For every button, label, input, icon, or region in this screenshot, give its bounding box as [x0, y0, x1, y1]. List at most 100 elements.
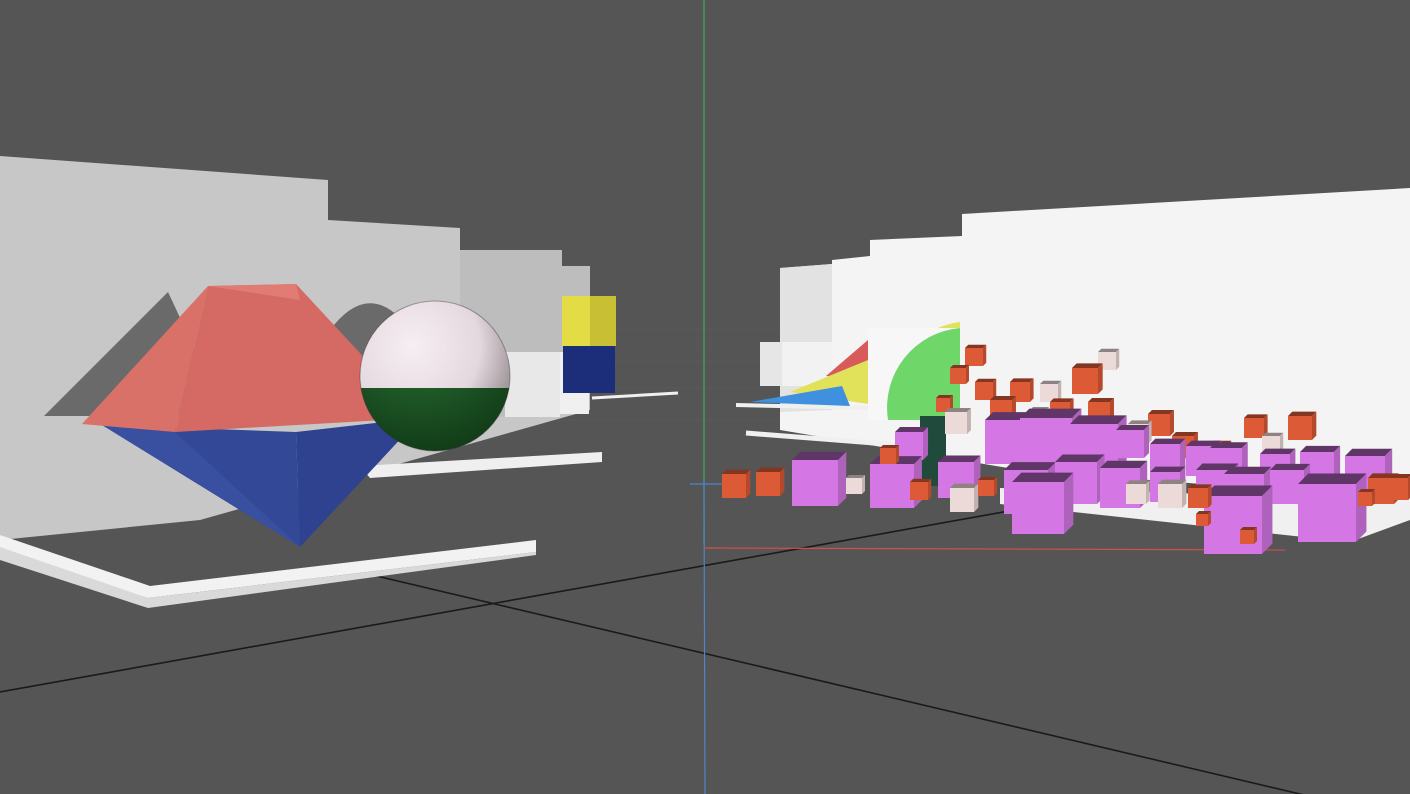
cube-front-face [1012, 482, 1064, 534]
cube-top-face [792, 451, 847, 460]
cube-top-face [756, 467, 785, 472]
cube-top-face [1116, 424, 1150, 430]
cube-top-face [1240, 527, 1257, 530]
cube-side-face [923, 426, 929, 460]
cube-side-face [1098, 363, 1103, 394]
cube[interactable] [792, 451, 847, 506]
cube-top-face [722, 469, 751, 474]
cube-front-face [1386, 478, 1408, 500]
cube-top-face [1210, 442, 1248, 448]
cube[interactable] [1188, 484, 1212, 508]
cube-front-face [1158, 484, 1182, 508]
cube-top-face [1100, 460, 1148, 468]
cube[interactable] [945, 408, 971, 434]
cube-side-face [896, 445, 899, 464]
cube[interactable] [1358, 489, 1375, 506]
cube-top-face [1055, 454, 1105, 462]
cube-top-face [1188, 484, 1212, 488]
cube-front-face [950, 368, 966, 384]
cube-side-face [1146, 480, 1150, 504]
cube-top-face [1262, 432, 1284, 436]
cube-side-face [983, 344, 987, 366]
cube-side-face [1356, 473, 1367, 542]
cube-top-face [978, 477, 997, 480]
cube-front-face [895, 432, 923, 460]
cube[interactable] [1240, 527, 1257, 544]
cube-side-face [862, 475, 865, 494]
cube-top-face [950, 365, 969, 368]
right-back-block [760, 342, 782, 386]
scene-canvas[interactable] [0, 0, 1410, 794]
cube-top-face [965, 344, 987, 348]
cube[interactable] [1298, 473, 1367, 542]
cube-top-face [1072, 363, 1103, 368]
cube[interactable] [1072, 363, 1103, 394]
blue-block [563, 346, 615, 393]
cube-side-face [1208, 484, 1212, 508]
cube[interactable] [950, 365, 969, 384]
cube[interactable] [975, 378, 997, 400]
back-white-block-2 [505, 352, 560, 417]
cube[interactable] [910, 478, 932, 500]
cube[interactable] [1012, 472, 1074, 534]
cube-side-face [1262, 485, 1273, 554]
cube[interactable] [846, 475, 865, 494]
cube-top-face [895, 426, 929, 432]
cube-front-face [978, 480, 994, 496]
cube[interactable] [1288, 411, 1317, 440]
cube-front-face [792, 460, 838, 506]
cube-front-face [1126, 484, 1146, 504]
cube-front-face [880, 448, 896, 464]
cube-top-face [1148, 410, 1174, 414]
cube-top-face [1298, 473, 1367, 484]
cube-top-face [1070, 415, 1127, 424]
cube[interactable] [1116, 424, 1150, 458]
cube-top-face [945, 408, 971, 412]
cube-front-face [1240, 530, 1254, 544]
cube[interactable] [756, 467, 785, 496]
cube-top-face [990, 396, 1016, 400]
cube-top-face [1288, 411, 1317, 416]
cube[interactable] [1386, 474, 1410, 500]
cube-side-face [1144, 424, 1150, 458]
cube-top-face [938, 455, 981, 462]
cube-front-face [975, 382, 993, 400]
cube-top-face [1386, 474, 1410, 478]
cube[interactable] [965, 344, 987, 366]
cube-top-face [1224, 466, 1272, 474]
cube[interactable] [978, 477, 997, 496]
cube-front-face [1358, 492, 1372, 506]
cube-side-face [974, 483, 979, 512]
cube-side-face [1064, 472, 1074, 534]
cube-side-face [928, 478, 932, 500]
cube-side-face [1170, 410, 1174, 436]
cube-top-face [1050, 398, 1074, 402]
cube-top-face [1172, 432, 1198, 436]
cube-top-face [1098, 348, 1120, 352]
cube[interactable] [1196, 511, 1211, 526]
cube[interactable] [895, 426, 929, 460]
cube[interactable] [1148, 410, 1174, 436]
cube-top-face [1040, 380, 1062, 384]
cube-side-face [1312, 411, 1317, 440]
cube-front-face [756, 472, 780, 496]
cube-front-face [1196, 514, 1208, 526]
sphere[interactable] [359, 300, 511, 452]
cube-top-face [1150, 466, 1186, 472]
cube-top-face [1020, 408, 1082, 418]
cube-front-face [870, 464, 914, 508]
cube[interactable] [1126, 480, 1150, 504]
cube-top-face [846, 475, 865, 478]
cube[interactable] [1204, 485, 1273, 554]
cube-top-face [950, 483, 979, 488]
cube-side-face [1182, 479, 1187, 508]
cube-top-face [1088, 398, 1114, 402]
cube[interactable] [722, 469, 751, 498]
cube-top-face [1204, 485, 1273, 496]
cube[interactable] [880, 445, 899, 464]
cube-top-face [1010, 378, 1034, 382]
3d-viewport[interactable] [0, 0, 1410, 794]
cube[interactable] [950, 483, 979, 512]
cube-top-face [880, 445, 899, 448]
cube[interactable] [1158, 479, 1187, 508]
